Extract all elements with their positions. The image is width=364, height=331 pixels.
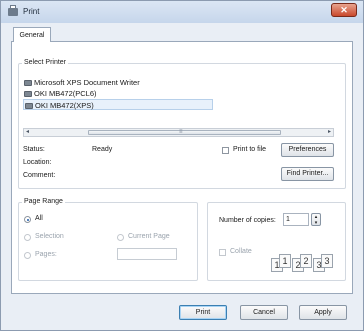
print-dialog: Print ✕ General Select Printer Microsoft…: [0, 0, 364, 331]
apply-button[interactable]: Apply: [299, 305, 347, 320]
all-label: All: [35, 215, 43, 222]
printer-icon: [8, 5, 18, 16]
collate-page: 3: [321, 254, 333, 268]
printer-icon: [24, 80, 32, 86]
spinner-icon: ▴ ▾: [314, 214, 318, 226]
selection-label: Selection: [35, 233, 64, 240]
pages-radio[interactable]: [24, 252, 31, 259]
chevron-right-icon[interactable]: ▸: [328, 129, 331, 136]
current-page-label: Current Page: [128, 233, 170, 240]
number-of-copies-label: Number of copies:: [219, 217, 276, 224]
page-range-label: Page Range: [22, 198, 65, 205]
collate-label: Collate: [230, 248, 252, 255]
printer-item[interactable]: OKI MB472(PCL6): [24, 88, 97, 99]
pages-label: Pages:: [35, 251, 57, 258]
collate-page: 2: [300, 254, 312, 268]
printer-icon: [24, 91, 32, 97]
collate-checkbox[interactable]: [219, 249, 226, 256]
chevron-left-icon[interactable]: ◂: [26, 129, 29, 136]
printer-icon: [25, 103, 33, 109]
print-to-file-checkbox[interactable]: [222, 147, 229, 154]
printer-list[interactable]: Microsoft XPS Document Writer OKI MB472(…: [23, 77, 334, 125]
tab-general[interactable]: General: [13, 27, 51, 42]
printer-item[interactable]: Microsoft XPS Document Writer: [24, 77, 140, 88]
select-printer-label: Select Printer: [22, 59, 69, 66]
pages-input[interactable]: [117, 248, 177, 260]
find-printer-button[interactable]: Find Printer...: [281, 167, 334, 181]
print-to-file-label: Print to file: [233, 146, 267, 153]
print-button[interactable]: Print: [179, 305, 227, 320]
printer-item-selected[interactable]: OKI MB472(XPS): [23, 99, 213, 110]
close-icon: ✕: [340, 5, 348, 15]
cancel-button[interactable]: Cancel: [240, 305, 288, 320]
current-page-radio[interactable]: [117, 234, 124, 241]
close-button[interactable]: ✕: [331, 3, 357, 17]
page-range-group: [18, 202, 198, 281]
location-label: Location:: [23, 159, 52, 166]
horizontal-scrollbar[interactable]: ◂ ≡ ▸: [23, 128, 334, 137]
collate-page: 1: [279, 254, 291, 268]
title-bar: Print ✕: [1, 1, 363, 23]
preferences-button[interactable]: Preferences: [281, 143, 334, 157]
status-label: Status:: [23, 146, 45, 153]
copies-input[interactable]: 1: [283, 213, 309, 226]
copies-spinner[interactable]: ▴ ▾: [311, 213, 321, 226]
status-value: Ready: [92, 146, 113, 153]
all-radio[interactable]: [24, 216, 31, 223]
selection-radio[interactable]: [24, 234, 31, 241]
window-title: Print: [23, 7, 40, 16]
comment-label: Comment:: [23, 172, 56, 179]
printer-name: OKI MB472(PCL6): [34, 89, 97, 98]
printer-name: Microsoft XPS Document Writer: [34, 78, 140, 87]
printer-name: OKI MB472(XPS): [35, 101, 94, 110]
grip-icon: ≡: [179, 129, 183, 135]
scrollbar-thumb[interactable]: ≡: [88, 129, 281, 135]
